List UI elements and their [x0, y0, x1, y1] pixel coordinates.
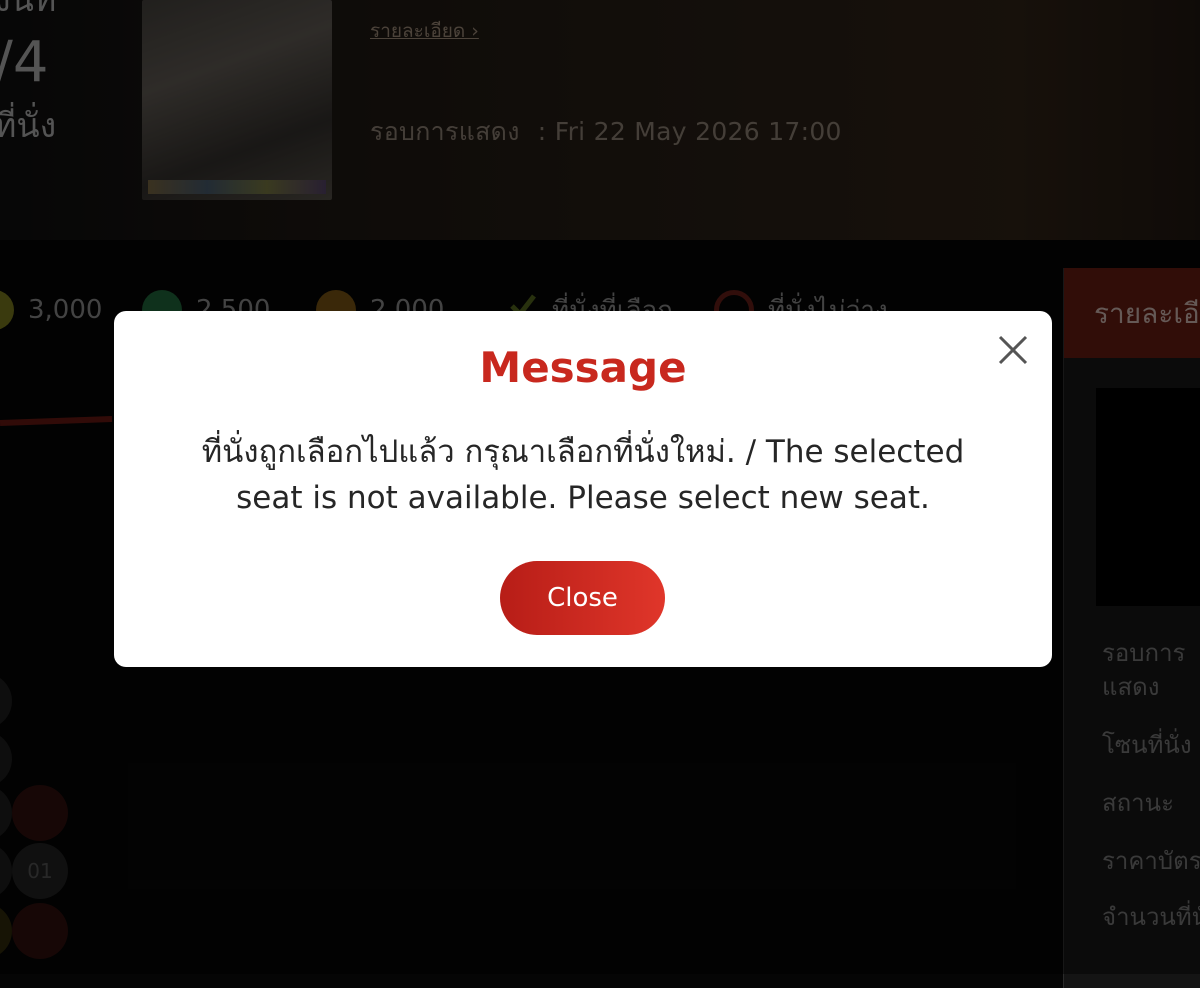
dialog-message: ที่นั่งถูกเลือกไปแล้ว กรุณาเลือกที่นั่งใ…: [201, 434, 965, 516]
close-x-icon[interactable]: [992, 329, 1034, 371]
message-dialog: Message ที่นั่งถูกเลือกไปแล้ว กรุณาเลือก…: [114, 311, 1052, 667]
close-button[interactable]: Close: [500, 561, 665, 635]
dialog-title: Message: [479, 343, 687, 392]
